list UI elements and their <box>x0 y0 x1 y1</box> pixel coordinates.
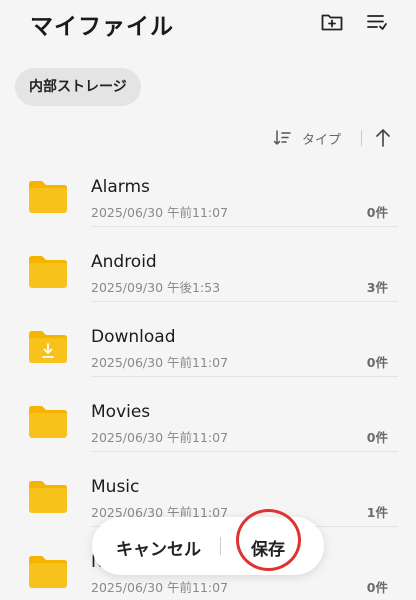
item-count: 1件 <box>366 505 388 520</box>
page-title: マイファイル <box>30 14 174 40</box>
list-item[interactable]: Movies 2025/06/30 午前11:07 0件 <box>0 375 416 452</box>
folder-icon <box>29 256 67 288</box>
folder-date: 2025/09/30 午後1:53 <box>91 280 221 295</box>
app-header: マイファイル <box>0 0 416 52</box>
folder-name: Music <box>91 477 140 497</box>
storage-location-chip[interactable]: 内部ストレージ <box>15 68 141 106</box>
save-button[interactable]: 保存 <box>251 535 285 560</box>
sort-bar: タイプ <box>0 126 416 150</box>
folder-icon <box>29 406 67 438</box>
sort-order-icon[interactable] <box>272 128 292 148</box>
sort-divider <box>361 130 362 146</box>
list-item[interactable]: Android 2025/09/30 午後1:53 3件 <box>0 225 416 302</box>
cancel-button[interactable]: キャンセル <box>116 535 201 560</box>
folder-icon <box>29 481 67 513</box>
action-divider <box>220 537 221 555</box>
action-bar: キャンセル 保存 <box>92 509 324 575</box>
list-item[interactable]: Music 2025/06/30 午前11:07 1件 <box>0 450 416 527</box>
item-count: 0件 <box>366 355 388 370</box>
item-count: 0件 <box>366 580 388 595</box>
list-item[interactable]: Download 2025/06/30 午前11:07 0件 <box>0 300 416 377</box>
folder-name: Download <box>91 327 176 347</box>
edit-list-icon[interactable] <box>364 10 388 34</box>
folder-date: 2025/06/30 午前11:07 <box>91 430 229 445</box>
arrow-up-icon[interactable] <box>373 127 393 149</box>
folder-icon <box>29 556 67 588</box>
item-count: 0件 <box>366 205 388 220</box>
folder-date: 2025/06/30 午前11:07 <box>91 355 229 370</box>
folder-name: Android <box>91 252 157 272</box>
new-folder-icon[interactable] <box>320 10 344 34</box>
download-folder-icon <box>29 331 67 363</box>
item-count: 0件 <box>366 430 388 445</box>
folder-date: 2025/06/30 午前11:07 <box>91 205 229 220</box>
sort-type-button[interactable]: タイプ <box>302 129 341 148</box>
folder-name: Alarms <box>91 177 150 197</box>
item-count: 3件 <box>366 280 388 295</box>
folder-date: 2025/06/30 午前11:07 <box>91 580 229 595</box>
list-item[interactable]: Alarms 2025/06/30 午前11:07 0件 <box>0 150 416 227</box>
folder-icon <box>29 181 67 213</box>
folder-name: Movies <box>91 402 151 422</box>
